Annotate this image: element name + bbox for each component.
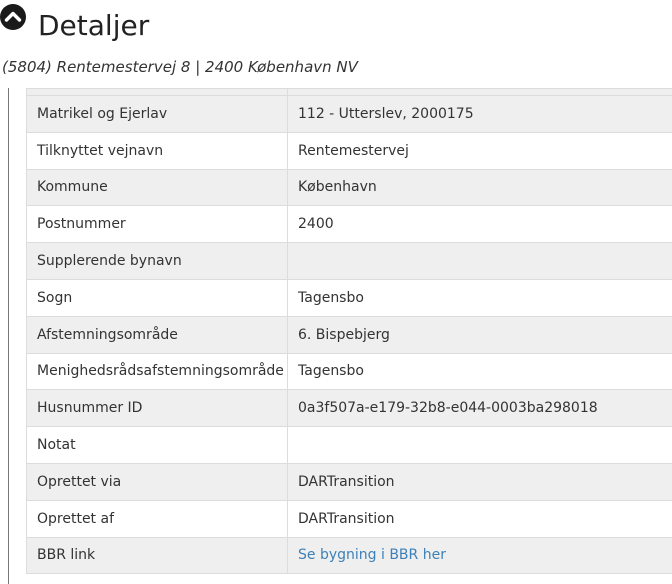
row-label: Afstemningsområde — [26, 315, 288, 354]
table-row: Postnummer 2400 — [26, 205, 672, 244]
row-label: Supplerende bynavn — [26, 242, 288, 280]
address-subtitle: (5804) Rentemestervej 8 | 2400 København… — [2, 58, 358, 76]
table-row-partial — [26, 88, 672, 96]
row-value: 112 - Utterslev, 2000175 — [287, 95, 672, 133]
row-value: DARTransition — [287, 499, 672, 538]
table-row: Notat — [26, 426, 672, 464]
row-value: 6. Bispebjerg — [287, 315, 672, 354]
row-label: Matrikel og Ejerlav — [26, 95, 288, 133]
row-label: Sogn — [26, 278, 288, 317]
table-row: Kommune København — [26, 168, 672, 207]
row-label: Tilknyttet vejnavn — [26, 131, 288, 170]
table-row: Oprettet via DARTransition — [26, 462, 672, 501]
table-row: Oprettet af DARTransition — [26, 499, 672, 538]
bbr-link[interactable]: Se bygning i BBR her — [298, 547, 446, 563]
row-label: Menighedsrådsafstemningsområde — [26, 352, 288, 391]
row-label: Kommune — [26, 168, 288, 207]
table-row: Supplerende bynavn — [26, 242, 672, 280]
row-value: Rentemestervej — [287, 131, 672, 170]
page-title: Detaljer — [38, 9, 150, 42]
row-label: Notat — [26, 426, 288, 464]
row-label: Husnummer ID — [26, 389, 288, 428]
row-value: København — [287, 168, 672, 207]
row-label: Oprettet via — [26, 462, 288, 501]
row-value: Tagensbo — [287, 278, 672, 317]
table-row: Matrikel og Ejerlav 112 - Utterslev, 200… — [26, 95, 672, 133]
table-row: Afstemningsområde 6. Bispebjerg — [26, 315, 672, 354]
row-value — [287, 242, 672, 280]
row-label: Oprettet af — [26, 499, 288, 538]
row-label: Postnummer — [26, 205, 288, 244]
table-row: BBR link Se bygning i BBR her — [26, 536, 672, 575]
chevron-up-circle-icon[interactable] — [0, 4, 26, 30]
row-value: DARTransition — [287, 462, 672, 501]
row-value — [287, 426, 672, 464]
row-value: 0a3f507a-e179-32b8-e044-0003ba298018 — [287, 389, 672, 428]
table-row: Tilknyttet vejnavn Rentemestervej — [26, 131, 672, 170]
row-label: BBR link — [26, 536, 288, 575]
row-value: 2400 — [287, 205, 672, 244]
table-row: Sogn Tagensbo — [26, 278, 672, 317]
table-row: Menighedsrådsafstemningsområde Tagensbo — [26, 352, 672, 391]
details-header: Detaljer — [0, 0, 672, 56]
row-value: Tagensbo — [287, 352, 672, 391]
row-value: Se bygning i BBR her — [287, 536, 672, 575]
details-panel: Matrikel og Ejerlav 112 - Utterslev, 200… — [8, 88, 672, 584]
details-table: Matrikel og Ejerlav 112 - Utterslev, 200… — [26, 88, 672, 575]
table-row: Husnummer ID 0a3f507a-e179-32b8-e044-000… — [26, 389, 672, 428]
